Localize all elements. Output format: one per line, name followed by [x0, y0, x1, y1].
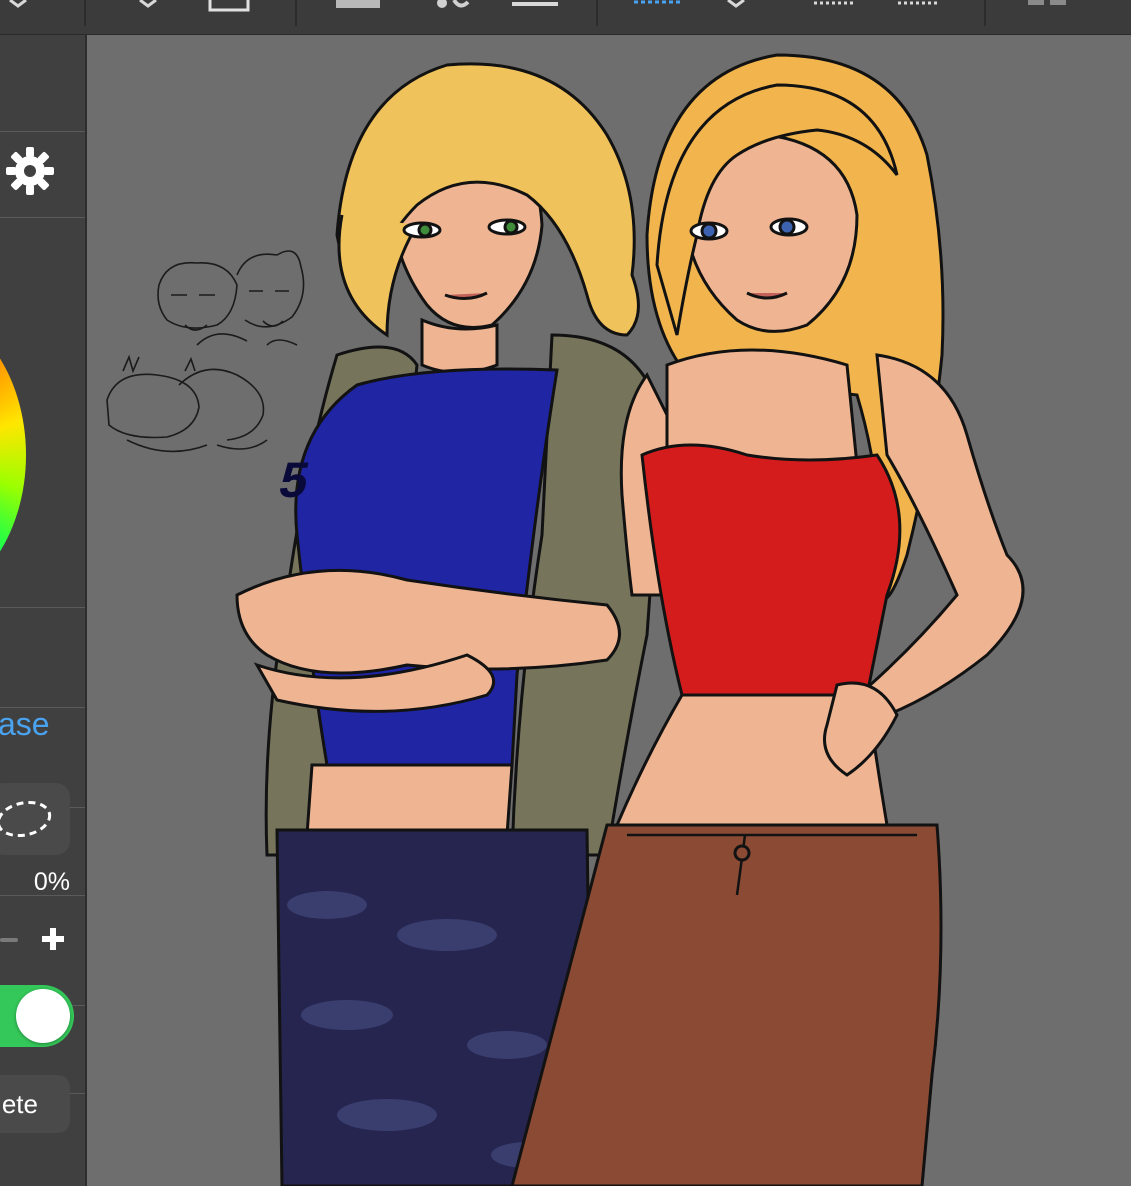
gear-icon[interactable]: [4, 145, 56, 197]
lasso-icon: [0, 800, 52, 838]
layout-icon[interactable]: [1028, 0, 1068, 8]
guide-icon[interactable]: [898, 0, 940, 8]
rectangle-icon[interactable]: [208, 0, 250, 12]
panel-section-top: [0, 35, 85, 132]
opacity-value: 0%: [33, 868, 70, 896]
dropdown-icon[interactable]: [138, 0, 158, 10]
toggle-knob: [16, 989, 70, 1043]
lasso-button[interactable]: [0, 783, 70, 855]
panel-section-settings: [0, 131, 85, 218]
dropdown-icon[interactable]: [726, 0, 746, 10]
color-wheel[interactable]: [0, 305, 26, 605]
plus-icon[interactable]: [40, 926, 66, 952]
toggle-switch[interactable]: [0, 985, 74, 1047]
top-toolbar: [0, 0, 1131, 35]
dropdown-icon[interactable]: [8, 0, 28, 12]
opacity-slider[interactable]: [0, 938, 18, 942]
color-picker-section: [0, 217, 85, 608]
guide-icon[interactable]: [814, 0, 856, 8]
ruler-icon[interactable]: [634, 0, 682, 10]
layer-bar-icon[interactable]: [512, 0, 558, 10]
panel-section-blank: [0, 607, 85, 708]
release-button[interactable]: ase: [0, 704, 83, 744]
delete-button[interactable]: ete: [0, 1075, 70, 1133]
fill-shape-icon[interactable]: [336, 0, 380, 10]
sketch-doodles: [106, 250, 305, 453]
toolbar-divider: [596, 0, 598, 26]
artwork: 5: [106, 53, 1025, 1186]
brush-icon[interactable]: [434, 0, 474, 12]
toolbar-divider: [295, 0, 297, 26]
toolbar-divider: [84, 0, 86, 26]
toolbar-divider: [984, 0, 986, 26]
drawing-canvas[interactable]: 5: [87, 35, 1131, 1186]
delete-label: ete: [1, 1089, 38, 1119]
